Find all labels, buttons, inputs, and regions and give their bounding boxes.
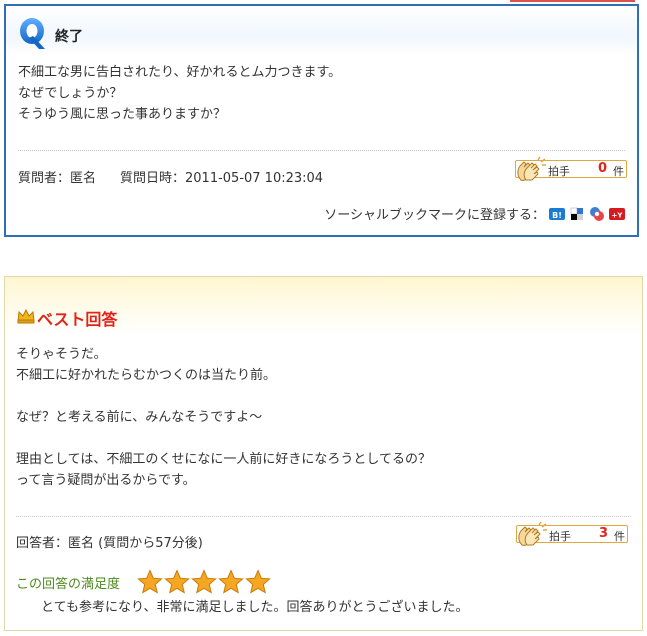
question-line: なぜでしょうか？ (18, 86, 123, 101)
svg-text:B!: B! (552, 211, 562, 220)
star-icon (164, 569, 190, 594)
clap-label: 拍手 (548, 165, 570, 178)
question-header (6, 6, 637, 56)
question-body: 不細工な男に告白されたり、好かれるとム力つきます。 なぜでしょうか？ そうゆう風… (18, 62, 618, 125)
best-answer-panel: ベスト回答 そりゃそうだ。 不細工に好かれたらむかつくのは当たり前。 なぜ？と考… (4, 276, 643, 631)
star-icon (137, 569, 163, 594)
answer-line: 理由としては、不細工のくせになに一人前に好きになろうとしてるの？ (16, 452, 431, 467)
star-icon (245, 569, 271, 594)
satisfaction-comment: とても参考になり、非常に満足しました。回答ありがとうございました。 (41, 600, 469, 615)
top-accent-bar (510, 0, 635, 2)
question-date: 質問日時：2011-05-07 10:23:04 (120, 171, 324, 186)
asker-label: 質問者：匿名 (18, 171, 97, 186)
clap-unit: 件 (613, 165, 624, 178)
satisfaction-rating (137, 569, 272, 595)
livedoor-clip-icon[interactable] (589, 206, 605, 222)
delicious-icon[interactable] (569, 206, 585, 222)
yahoo-bookmark-icon[interactable]: +Y (609, 206, 625, 222)
clap-button[interactable]: 拍手 3 件 (516, 521, 630, 546)
answer-line: なぜ？と考える前に、みんなそうですよ～ (16, 410, 263, 425)
divider (16, 516, 631, 517)
answer-line (16, 428, 626, 449)
question-status: 終了 (55, 29, 83, 45)
crown-icon (17, 308, 35, 324)
answer-line: 不細工に好かれたらむかつくのは当たり前。 (16, 368, 277, 383)
social-bookmark-label: ソーシャルブックマークに登録する： (324, 208, 545, 223)
clap-button[interactable]: 拍手 0 件 (515, 156, 629, 181)
satisfaction-label: この回答の満足度 (16, 577, 121, 592)
star-icon (191, 569, 217, 594)
q-icon (20, 18, 45, 49)
star-icon (218, 569, 244, 594)
clap-count: 3 (598, 526, 608, 541)
best-answer-title: ベスト回答 (37, 310, 118, 329)
clap-label: 拍手 (549, 530, 571, 543)
social-bookmark-bar: ソーシャルブックマークに登録する： B! +Y (324, 204, 625, 223)
answer-line (16, 386, 626, 407)
answer-body: そりゃそうだ。 不細工に好かれたらむかつくのは当たり前。 なぜ？と考える前に、み… (16, 344, 626, 491)
clap-count: 0 (597, 161, 607, 176)
question-line: 不細工な男に告白されたり、好かれるとム力つきます。 (18, 65, 342, 80)
answer-line: って言う疑問が出るからです。 (16, 473, 196, 488)
svg-text:+Y: +Y (612, 211, 624, 219)
divider (18, 150, 625, 151)
question-line: そうゆう風に思った事ありますか？ (18, 107, 227, 122)
answer-line: そりゃそうだ。 (16, 347, 107, 362)
clapping-hands-icon (518, 521, 547, 546)
question-panel: 終了 不細工な男に告白されたり、好かれるとム力つきます。 なぜでしょうか？ そう… (4, 4, 639, 237)
answerer-label: 回答者：匿名 (質問から57分後) (16, 536, 203, 551)
hatena-bookmark-icon[interactable]: B! (549, 206, 565, 222)
clapping-hands-icon (517, 156, 546, 181)
clap-unit: 件 (614, 530, 625, 543)
